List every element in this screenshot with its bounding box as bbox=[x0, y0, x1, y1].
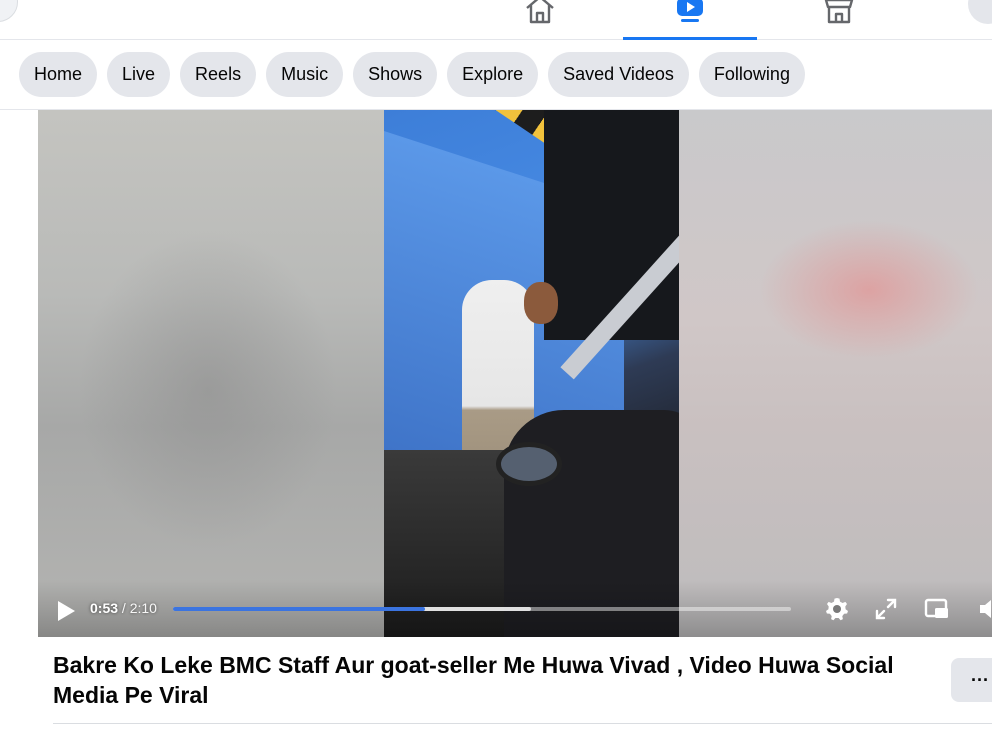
chip-reels[interactable]: Reels bbox=[180, 52, 257, 97]
chip-saved-videos[interactable]: Saved Videos bbox=[548, 52, 689, 97]
chip-following[interactable]: Following bbox=[698, 52, 805, 97]
video-controls: 0:53 / 2:10 bbox=[38, 580, 992, 637]
chip-explore[interactable]: Explore bbox=[447, 52, 539, 97]
played-bar bbox=[173, 607, 426, 611]
chip-music[interactable]: Music bbox=[266, 52, 344, 97]
duration: 2:10 bbox=[129, 600, 157, 616]
chip-live[interactable]: Live bbox=[107, 52, 171, 97]
progress-bar[interactable] bbox=[173, 607, 791, 611]
home-icon bbox=[526, 0, 554, 24]
picture-in-picture-icon[interactable] bbox=[924, 596, 950, 622]
nav-tab-video[interactable] bbox=[623, 0, 757, 40]
video-player[interactable]: 0:53 / 2:10 bbox=[38, 110, 992, 637]
video-blur-background-left bbox=[38, 110, 384, 637]
video-title: Bakre Ko Leke BMC Staff Aur goat-seller … bbox=[53, 652, 894, 708]
nav-tab-home[interactable] bbox=[473, 0, 607, 40]
video-time: 0:53 / 2:10 bbox=[90, 600, 157, 616]
settings-icon[interactable] bbox=[824, 596, 850, 622]
more-options-button[interactable]: ··· bbox=[951, 658, 992, 702]
fullscreen-icon[interactable] bbox=[873, 596, 899, 622]
volume-icon[interactable] bbox=[976, 596, 992, 622]
play-icon[interactable] bbox=[56, 600, 76, 622]
chip-home[interactable]: Home bbox=[19, 52, 98, 97]
chip-shows[interactable]: Shows bbox=[353, 52, 438, 97]
menu-button[interactable] bbox=[968, 0, 992, 24]
time-separator: / bbox=[118, 600, 130, 616]
video-play-icon bbox=[677, 0, 703, 22]
title-divider bbox=[53, 723, 992, 724]
video-category-chips: Home Live Reels Music Shows Explore Save… bbox=[19, 52, 805, 97]
current-time: 0:53 bbox=[90, 600, 119, 616]
search-button[interactable] bbox=[0, 0, 18, 22]
top-navigation-bar bbox=[0, 0, 992, 40]
video-frame bbox=[384, 110, 679, 637]
nav-tab-marketplace[interactable] bbox=[772, 0, 906, 40]
video-blur-background-right bbox=[679, 110, 992, 637]
marketplace-icon bbox=[824, 0, 854, 24]
